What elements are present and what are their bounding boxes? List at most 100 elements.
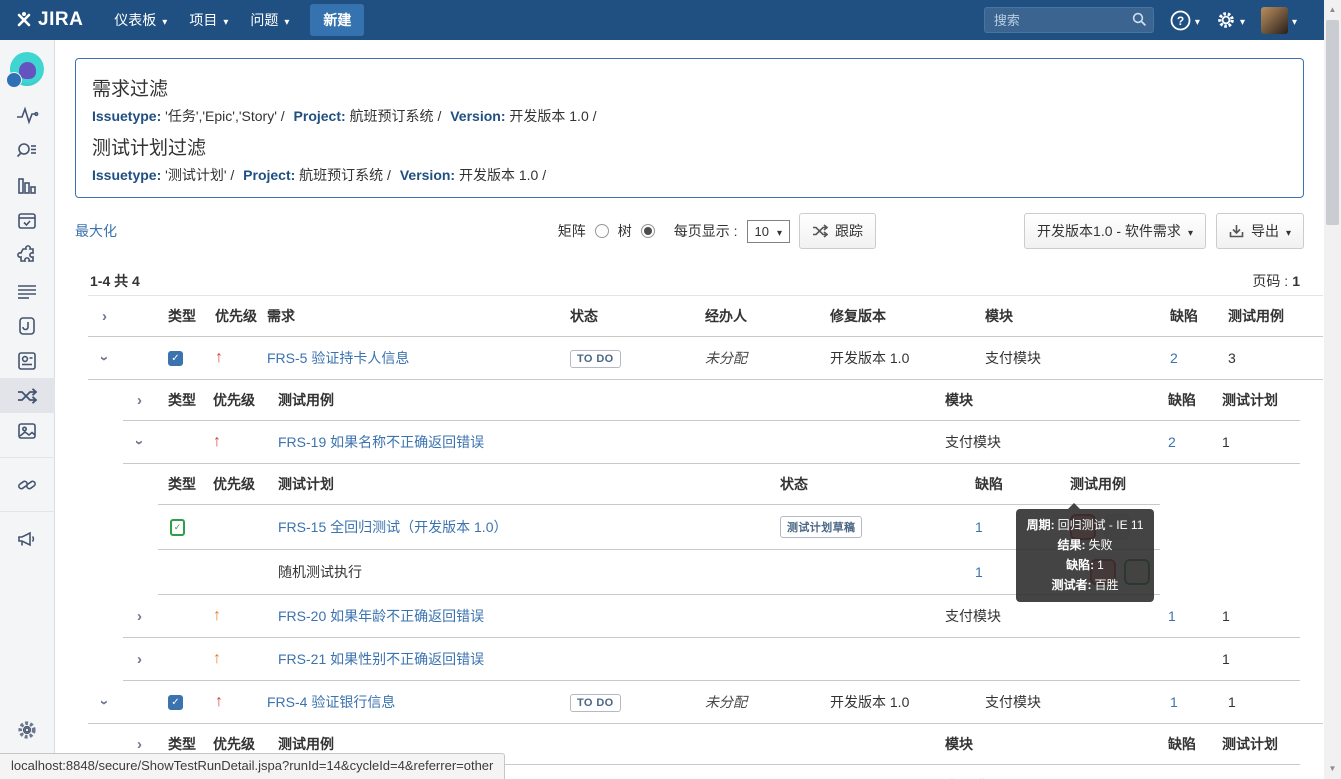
test-run-tooltip: 周期: 回归测试 - IE 11 结果: 失败 缺陷: 1 测试者: 百胜 — [1016, 503, 1154, 602]
testcases-table: 类型 优先级 测试用例 模块 缺陷 测试计划 FRS-19 如果名称不正确返回错… — [123, 380, 1300, 464]
issue-link[interactable]: FRS-5 验证持卡人信息 — [267, 350, 409, 366]
issue-link[interactable]: FRS-21 如果性别不正确返回错误 — [278, 651, 484, 667]
chevron-down-icon — [1195, 12, 1200, 28]
result-count: 1-4 共 4 — [90, 273, 140, 289]
link-icon[interactable] — [0, 467, 55, 502]
chevron-down-icon — [1240, 12, 1245, 28]
priority-medium-icon — [213, 650, 221, 667]
export-download-icon — [1229, 224, 1244, 237]
requirement-row-frs4: FRS-4 验证银行信息 TO DO 未分配 开发版本 1.0 支付模块 1 1 — [88, 681, 1323, 724]
create-button[interactable]: 新建 — [310, 4, 365, 36]
per-page-select[interactable]: 10 — [746, 219, 791, 243]
text-lines-icon[interactable] — [0, 273, 55, 308]
maximize-link[interactable]: 最大化 — [75, 221, 117, 241]
scroll-up-arrow-icon[interactable] — [1324, 2, 1341, 18]
image-icon[interactable] — [0, 413, 55, 448]
component-value: 支付模块 — [985, 350, 1041, 366]
project-avatar-icon[interactable] — [6, 52, 44, 88]
help-icon: ? — [1170, 10, 1191, 30]
help-menu[interactable]: ? — [1170, 10, 1200, 31]
bar-chart-icon[interactable] — [0, 168, 55, 203]
issue-link[interactable]: FRS-4 验证银行信息 — [267, 694, 395, 710]
menu-projects[interactable]: 项目 — [178, 0, 239, 40]
view-controls: 矩阵 树 每页显示 : 10 跟踪 — [557, 213, 877, 249]
jira-logo[interactable]: JIRA — [14, 9, 83, 31]
issue-link[interactable]: FRS-15 全回归测试（开发版本 1.0） — [278, 519, 507, 535]
contact-book-icon[interactable] — [0, 343, 55, 378]
collapse-chevron-icon[interactable] — [123, 434, 142, 451]
track-button[interactable]: 跟踪 — [799, 213, 877, 249]
menu-issues[interactable]: 问题 — [239, 0, 300, 40]
requirement-filter-title: 需求过滤 — [92, 79, 169, 100]
testplan-filter-title: 测试计划过滤 — [92, 138, 207, 159]
expand-chevron-icon[interactable] — [123, 608, 142, 625]
card-icon[interactable] — [0, 308, 55, 343]
sidebar-settings-gear-icon[interactable] — [0, 712, 55, 747]
traceability-shuffle-icon[interactable] — [0, 378, 55, 413]
collapse-all-chevron-icon[interactable] — [123, 392, 142, 409]
tree-radio[interactable] — [640, 224, 655, 238]
main-content: 需求过滤 Issuetype: '任务','Epic','Story' / Pr… — [55, 40, 1324, 779]
priority-medium-icon — [213, 607, 221, 624]
search-icon[interactable] — [1132, 12, 1147, 27]
toolbar: 最大化 矩阵 树 每页显示 : 10 跟踪 — [75, 213, 1304, 249]
assignee-value: 未分配 — [705, 694, 747, 710]
admin-menu[interactable] — [1216, 10, 1245, 30]
activity-icon[interactable] — [0, 98, 55, 133]
fix-version-value: 开发版本 1.0 — [830, 694, 910, 710]
vertical-scrollbar — [1324, 0, 1341, 779]
collapse-all-chevron-icon[interactable] — [123, 736, 142, 753]
fix-version-value: 开发版本 1.0 — [830, 350, 910, 366]
search-input[interactable] — [983, 7, 1154, 33]
testplan-row-adhoc: 随机测试执行 1 — [158, 549, 1160, 595]
issue-link[interactable]: FRS-20 如果年龄不正确返回错误 — [278, 608, 484, 624]
testplan-row-frs15: FRS-15 全回归测试（开发版本 1.0） 测试计划草稿 1 — [158, 504, 1160, 550]
left-sidebar — [0, 40, 55, 779]
collapse-chevron-icon[interactable] — [88, 350, 107, 367]
puzzle-icon[interactable] — [0, 238, 55, 273]
scroll-down-arrow-icon[interactable] — [1324, 761, 1341, 777]
page-indicator: 页码 :1 — [1252, 273, 1300, 289]
user-menu[interactable] — [1260, 6, 1297, 34]
status-badge: TO DO — [570, 693, 621, 712]
chevron-down-icon — [777, 224, 782, 239]
collapse-chevron-icon[interactable] — [88, 694, 107, 711]
tooltip-result-line: 结果: 失败 — [1057, 538, 1113, 552]
search-box — [983, 7, 1154, 33]
browser-status-url: localhost:8848/secure/ShowTestRunDetail.… — [0, 753, 506, 779]
search-list-icon[interactable] — [0, 133, 55, 168]
component-value: 支付模块 — [945, 434, 1001, 450]
top-navbar: JIRA 仪表板 项目 问题 新建 ? — [0, 0, 1341, 40]
box-check-icon[interactable] — [0, 203, 55, 238]
status-badge: TO DO — [570, 349, 621, 368]
matrix-radio[interactable] — [594, 224, 609, 238]
testplan-type-icon — [170, 518, 185, 536]
shuffle-icon — [813, 224, 829, 238]
report-dropdown[interactable]: 开发版本1.0 - 软件需求 — [1024, 213, 1206, 249]
defect-count-link[interactable]: 1 — [975, 564, 983, 580]
sidebar-divider — [0, 457, 55, 458]
defect-count-link[interactable]: 1 — [1168, 608, 1176, 624]
defect-count-link[interactable]: 1 — [1170, 694, 1178, 710]
navbar-right: ? — [983, 6, 1297, 34]
megaphone-icon[interactable] — [0, 521, 55, 556]
gear-icon — [1218, 12, 1234, 28]
defect-count-link[interactable]: 1 — [975, 519, 983, 535]
report-controls: 开发版本1.0 - 软件需求 导出 — [1024, 213, 1304, 249]
menu-dashboards[interactable]: 仪表板 — [103, 0, 178, 40]
collapse-all-chevron-icon[interactable] — [88, 308, 107, 325]
testplans-header-row: 类型 优先级 测试计划 状态 缺陷 测试用例 — [158, 464, 1160, 505]
defect-count-link[interactable]: 2 — [1168, 434, 1176, 450]
tooltip-cycle-line: 周期: 回归测试 - IE 11 — [1026, 518, 1144, 532]
assignee-value: 未分配 — [705, 350, 747, 366]
scrollbar-thumb[interactable] — [1326, 20, 1339, 225]
tooltip-tester-line: 测试者: 百胜 — [1051, 578, 1119, 592]
defect-count-link[interactable]: 2 — [1170, 350, 1178, 366]
expand-chevron-icon[interactable] — [123, 651, 142, 668]
requirements-table-continued: FRS-4 验证银行信息 TO DO 未分配 开发版本 1.0 支付模块 1 1 — [88, 681, 1323, 724]
matrix-radio-label: 矩阵 — [557, 223, 586, 239]
priority-high-icon — [215, 693, 223, 710]
issue-link[interactable]: FRS-19 如果名称不正确返回错误 — [278, 434, 484, 450]
export-button[interactable]: 导出 — [1215, 213, 1304, 249]
component-value: 支付模块 — [985, 694, 1041, 710]
